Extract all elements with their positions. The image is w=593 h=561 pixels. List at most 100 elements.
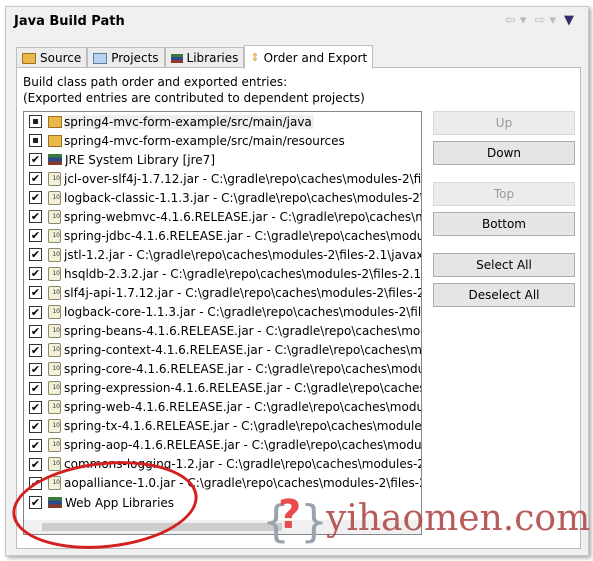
- entry-label: jcl-over-slf4j-1.7.12.jar - C:\gradle\re…: [64, 171, 421, 186]
- entry-label: slf4j-api-1.7.12.jar - C:\gradle\repo\ca…: [64, 285, 421, 300]
- export-checkbox[interactable]: ✔: [29, 286, 42, 300]
- export-checkbox[interactable]: ✔: [29, 343, 42, 357]
- down-button[interactable]: Down: [433, 141, 575, 165]
- classpath-entry[interactable]: ✔ 10 spring-expression-4.1.6.RELEASE.jar -…: [24, 379, 421, 398]
- export-checkbox[interactable]: ✔: [29, 476, 42, 490]
- dialog-title: Java Build Path: [14, 14, 125, 29]
- export-checkbox[interactable]: [29, 115, 42, 128]
- library-icon: [48, 154, 62, 166]
- top-button[interactable]: Top: [433, 182, 575, 206]
- export-checkbox[interactable]: ✔: [29, 457, 42, 471]
- export-checkbox[interactable]: ✔: [29, 419, 42, 433]
- jar-icon: 10: [48, 247, 61, 262]
- entry-label: spring4-mvc-form-example/src/main/java: [64, 114, 314, 129]
- jar-icon: 10: [48, 400, 61, 415]
- library-icon: [170, 53, 183, 63]
- tab-order-and-export[interactable]: ⇕ Order and Export: [244, 45, 374, 69]
- jar-icon: 10: [48, 438, 61, 453]
- jar-icon: 10: [48, 324, 61, 339]
- export-checkbox[interactable]: ✔: [29, 172, 42, 186]
- jar-icon: 10: [48, 476, 61, 491]
- classpath-entry[interactable]: ✔ 10 jcl-over-slf4j-1.7.12.jar - C:\gradle…: [24, 169, 421, 188]
- classpath-entries-list[interactable]: ✔ Web App Libraries ✔ 10 aopalliance-1.0.jar…: [23, 111, 422, 535]
- horizontal-scrollbar[interactable]: [24, 520, 421, 534]
- jar-icon: 10: [48, 457, 61, 472]
- export-checkbox[interactable]: ✔: [29, 248, 42, 262]
- entry-label: Web App Libraries: [65, 495, 175, 510]
- export-checkbox[interactable]: ✔: [29, 496, 42, 509]
- entry-label: logback-classic-1.1.3.jar - C:\gradle\re…: [64, 190, 421, 205]
- arrow-right-icon[interactable]: ⇨ ▾: [534, 13, 556, 28]
- entry-label: spring-beans-4.1.6.RELEASE.jar - C:\grad…: [64, 324, 421, 339]
- tab-source[interactable]: Source: [16, 47, 88, 68]
- jar-icon: 10: [48, 305, 61, 319]
- entry-label: spring-expression-4.1.6.RELEASE.jar - C:…: [64, 381, 421, 396]
- entry-label: spring-webmvc-4.1.6.RELEASE.jar - C:\gra…: [64, 209, 421, 224]
- library-icon: [48, 497, 62, 508]
- entry-label: spring-web-4.1.6.RELEASE.jar - C:\gradle…: [64, 400, 421, 415]
- classpath-entry[interactable]: ✔ 10 spring-beans-4.1.6.RELEASE.jar - C:\g…: [24, 322, 421, 341]
- classpath-entry[interactable]: ✔ 10 spring-core-4.1.6.RELEASE.jar - C:\gr…: [24, 360, 421, 379]
- export-checkbox[interactable]: ✔: [29, 400, 42, 414]
- export-checkbox[interactable]: ✔: [29, 305, 42, 319]
- up-button[interactable]: Up: [433, 111, 575, 135]
- view-menu-icon[interactable]: ▼: [564, 13, 574, 28]
- export-checkbox[interactable]: ✔: [29, 191, 42, 205]
- classpath-entry[interactable]: ✔ 10 spring-webmvc-4.1.6.RELEASE.jar - C:\…: [24, 207, 421, 226]
- export-checkbox[interactable]: ✔: [29, 362, 42, 376]
- export-checkbox[interactable]: ✔: [29, 153, 42, 167]
- classpath-entry[interactable]: spring4-mvc-form-example/src/main/java: [24, 112, 421, 131]
- source-folder-icon: [48, 115, 62, 128]
- entry-label: JRE System Library [jre7]: [65, 152, 215, 167]
- entry-label: spring4-mvc-form-example/src/main/resour…: [64, 133, 345, 148]
- tab-projects[interactable]: Projects: [87, 47, 165, 68]
- classpath-entry[interactable]: ✔ 10 commons-logging-1.2.jar - C:\gradle\r…: [24, 455, 421, 474]
- jar-icon: 10: [48, 419, 61, 434]
- classpath-entry[interactable]: ✔ 10 spring-web-4.1.6.RELEASE.jar - C:\gra…: [24, 398, 421, 417]
- navigation-toolbar: ⇦ ▾ ⇨ ▾ ▼: [505, 13, 574, 28]
- entry-label: hsqldb-2.3.2.jar - C:\gradle\repo\caches…: [64, 266, 421, 281]
- jar-icon: 10: [48, 171, 61, 186]
- source-folder-icon: [48, 134, 62, 147]
- classpath-entry[interactable]: ✔ 10 spring-tx-4.1.6.RELEASE.jar - C:\grad…: [24, 417, 421, 436]
- jar-icon: 10: [48, 343, 61, 358]
- jar-icon: 10: [48, 209, 61, 224]
- export-checkbox[interactable]: ✔: [29, 229, 42, 243]
- entry-label: spring-core-4.1.6.RELEASE.jar - C:\gradl…: [64, 362, 421, 377]
- classpath-entry[interactable]: ✔ 10 logback-classic-1.1.3.jar - C:\gradle…: [24, 188, 421, 207]
- deselect-all-button[interactable]: Deselect All: [433, 283, 575, 307]
- classpath-entry[interactable]: ✔ 10 slf4j-api-1.7.12.jar - C:\gradle\repo…: [24, 283, 421, 302]
- jar-icon: 10: [48, 285, 61, 300]
- classpath-entry[interactable]: ✔ 10 jstl-1.2.jar - C:\gradle\repo\caches\…: [24, 245, 421, 264]
- classpath-entry[interactable]: ✔ 10 logback-core-1.1.3.jar - C:\gradle\re…: [24, 303, 421, 322]
- export-checkbox[interactable]: ✔: [29, 324, 42, 338]
- panel-description: Build class path order and exported entr…: [23, 74, 365, 106]
- export-checkbox[interactable]: ✔: [29, 267, 42, 281]
- classpath-entry[interactable]: spring4-mvc-form-example/src/main/resour…: [24, 131, 421, 150]
- classpath-entry[interactable]: ✔ Web App Libraries: [24, 493, 421, 512]
- select-all-button[interactable]: Select All: [433, 253, 575, 277]
- entry-label: spring-aop-4.1.6.RELEASE.jar - C:\gradle…: [64, 438, 421, 453]
- export-checkbox[interactable]: ✔: [29, 381, 42, 395]
- jar-icon: 10: [48, 381, 61, 396]
- classpath-entry[interactable]: ✔ JRE System Library [jre7]: [24, 150, 421, 169]
- tab-label: Projects: [111, 51, 159, 65]
- classpath-entry[interactable]: ✔ 10 aopalliance-1.0.jar - C:\gradle\repo\…: [24, 474, 421, 493]
- bottom-button[interactable]: Bottom: [433, 212, 575, 236]
- classpath-entry[interactable]: ✔ 10 spring-aop-4.1.6.RELEASE.jar - C:\gra…: [24, 436, 421, 455]
- entry-label: aopalliance-1.0.jar - C:\gradle\repo\cac…: [64, 476, 421, 491]
- java-build-path-dialog: Java Build Path ⇦ ▾ ⇨ ▾ ▼ Source Project…: [5, 6, 589, 556]
- classpath-entry[interactable]: ✔ 10 spring-context-4.1.6.RELEASE.jar - C:…: [24, 341, 421, 360]
- export-checkbox[interactable]: ✔: [29, 438, 42, 452]
- export-checkbox[interactable]: [29, 134, 42, 148]
- scrollbar-thumb[interactable]: [42, 523, 282, 531]
- entry-label: logback-core-1.1.3.jar - C:\gradle\repo\…: [64, 305, 421, 319]
- arrow-left-icon[interactable]: ⇦ ▾: [505, 13, 527, 28]
- tab-libraries[interactable]: Libraries: [164, 47, 245, 68]
- jar-icon: 10: [48, 190, 61, 205]
- export-checkbox[interactable]: ✔: [29, 210, 42, 224]
- classpath-entry[interactable]: ✔ 10 spring-jdbc-4.1.6.RELEASE.jar - C:\gr…: [24, 226, 421, 245]
- tab-label: Source: [40, 51, 82, 65]
- classpath-entry[interactable]: ✔ 10 hsqldb-2.3.2.jar - C:\gradle\repo\cac…: [24, 264, 421, 283]
- description-line: (Exported entries are contributed to dep…: [23, 91, 365, 105]
